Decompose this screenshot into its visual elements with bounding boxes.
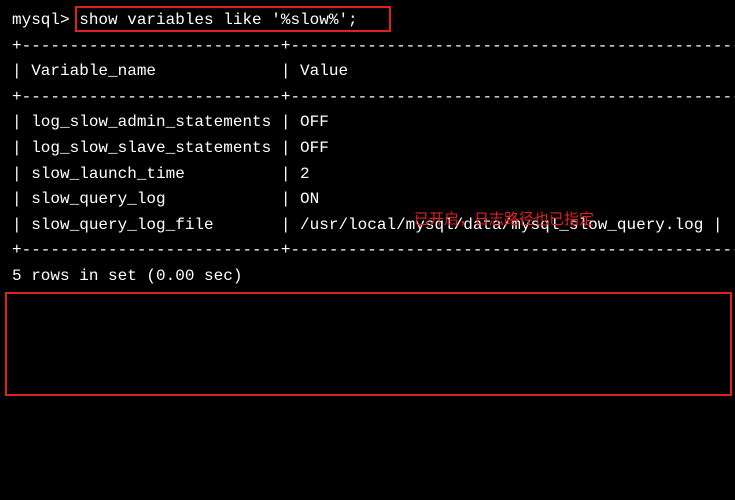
- sql-command: show variables like '%slow%';: [70, 8, 358, 34]
- mysql-prompt: mysql>: [12, 8, 70, 34]
- table-row: | slow_query_log | ON |: [12, 187, 723, 213]
- result-footer: 5 rows in set (0.00 sec): [12, 264, 723, 290]
- table-row: | log_slow_admin_statements | OFF |: [12, 110, 723, 136]
- rows-highlight-box: [5, 292, 732, 396]
- annotation-text: 已开启，日志路径也已指定: [414, 208, 594, 232]
- table-separator-bottom: +---------------------------+-----------…: [12, 238, 723, 264]
- table-row: | slow_query_log_file | /usr/local/mysql…: [12, 213, 723, 239]
- mysql-prompt-line: mysql> show variables like '%slow%';: [12, 8, 723, 34]
- table-separator-top: +---------------------------+-----------…: [12, 34, 723, 60]
- table-row: | slow_launch_time | 2 |: [12, 162, 723, 188]
- table-header-row: | Variable_name | Value |: [12, 59, 723, 85]
- table-separator-mid: +---------------------------+-----------…: [12, 85, 723, 111]
- table-row: | log_slow_slave_statements | OFF |: [12, 136, 723, 162]
